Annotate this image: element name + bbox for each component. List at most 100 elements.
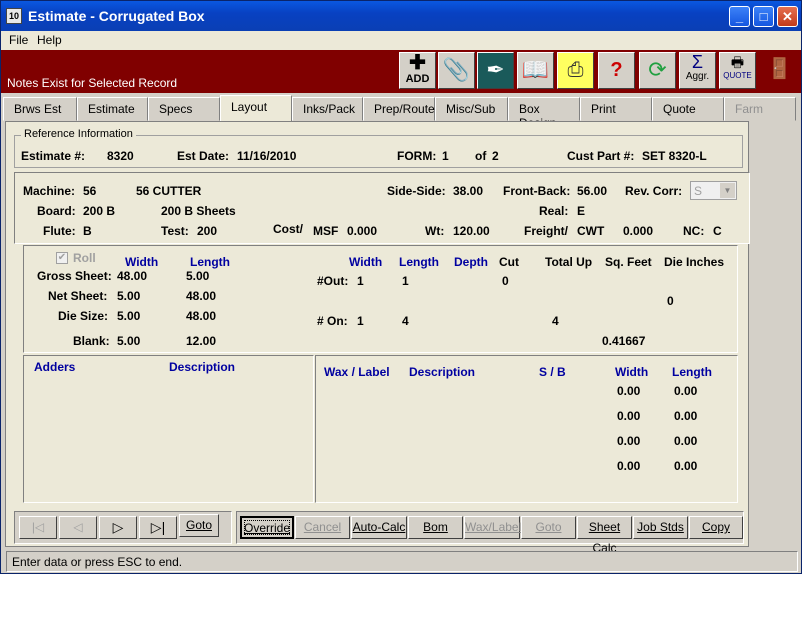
depth-header: Depth bbox=[454, 255, 488, 269]
length-header: Length bbox=[190, 255, 230, 269]
add-button[interactable]: ✚ ADD bbox=[399, 52, 436, 89]
front-back-value[interactable]: 56.00 bbox=[577, 184, 607, 198]
cycle-arrows-icon: ⟳ bbox=[648, 57, 667, 82]
tab-quote[interactable]: Quote bbox=[652, 97, 724, 121]
nav-goto-button[interactable]: Goto bbox=[179, 514, 219, 537]
exit-button[interactable]: 🚪 bbox=[761, 52, 798, 89]
adders-panel bbox=[23, 355, 314, 503]
menu-help[interactable]: Help bbox=[37, 33, 62, 47]
rev-corr-select[interactable]: S ▼ bbox=[690, 181, 737, 200]
die-inches-header: Die Inches bbox=[664, 255, 725, 269]
gross-sheet-length[interactable]: 5.00 bbox=[186, 269, 209, 283]
board-label: Board: bbox=[37, 204, 76, 218]
on-width[interactable]: 1 bbox=[357, 314, 364, 328]
tab-box-design[interactable]: Box Design bbox=[508, 97, 580, 130]
menu-bar: File Help bbox=[1, 31, 801, 50]
cut-header: Cut bbox=[499, 255, 519, 269]
cust-part-label: Cust Part #: bbox=[567, 149, 635, 163]
maximize-button[interactable]: □ bbox=[753, 6, 774, 27]
wax-label-button[interactable]: Wax/Label bbox=[464, 516, 521, 539]
wax-row-length[interactable]: 0.00 bbox=[674, 459, 697, 473]
out-length[interactable]: 1 bbox=[402, 274, 409, 288]
first-record-button[interactable]: |◁ bbox=[19, 516, 57, 539]
net-sheet-length[interactable]: 48.00 bbox=[186, 289, 216, 303]
flute-value: B bbox=[83, 224, 92, 238]
out-label: #Out: bbox=[317, 274, 349, 288]
last-record-button[interactable]: ▷| bbox=[139, 516, 177, 539]
wax-row-width[interactable]: 0.00 bbox=[617, 459, 640, 473]
out-cut[interactable]: 0 bbox=[502, 274, 509, 288]
cwt-value[interactable]: 0.000 bbox=[623, 224, 653, 238]
out-width[interactable]: 1 bbox=[357, 274, 364, 288]
bom-button[interactable]: Bom bbox=[408, 516, 463, 539]
next-record-button[interactable]: ▷ bbox=[99, 516, 137, 539]
copy-button[interactable]: Copy bbox=[689, 516, 743, 539]
prev-record-button[interactable]: ◁ bbox=[59, 516, 97, 539]
wax-row-width[interactable]: 0.00 bbox=[617, 384, 640, 398]
board-code[interactable]: 200 B bbox=[83, 204, 115, 218]
est-date-value: 11/16/2010 bbox=[237, 149, 297, 163]
blank-label: Blank: bbox=[73, 334, 110, 348]
sheet-calc-button[interactable]: Sheet Calc bbox=[577, 516, 632, 555]
rev-corr-label: Rev. Corr: bbox=[625, 184, 683, 198]
close-button[interactable]: ✕ bbox=[777, 6, 798, 27]
aggregate-button[interactable]: Σ Aggr. bbox=[679, 52, 716, 89]
gross-sheet-width[interactable]: 48.00 bbox=[117, 269, 147, 283]
wax-row-width[interactable]: 0.00 bbox=[617, 409, 640, 423]
wax-label-header: Wax / Label bbox=[324, 365, 390, 379]
test-label: Test: bbox=[161, 224, 189, 238]
tab-misc-sub[interactable]: Misc/Sub bbox=[435, 97, 508, 121]
total-up-value: 4 bbox=[552, 314, 559, 328]
on-label: # On: bbox=[317, 314, 348, 328]
quote-button[interactable]: 🖶 QUOTE bbox=[719, 52, 756, 89]
tab-prep-route[interactable]: Prep/Route bbox=[363, 97, 435, 121]
sb-header: S / B bbox=[539, 365, 566, 379]
cancel-button[interactable]: Cancel bbox=[295, 516, 350, 539]
blank-length: 12.00 bbox=[186, 334, 217, 348]
window-title: Estimate - Corrugated Box bbox=[28, 8, 205, 24]
roll-checkbox[interactable]: ✔ bbox=[56, 252, 68, 264]
net-sheet-width[interactable]: 5.00 bbox=[117, 289, 140, 303]
tab-estimate[interactable]: Estimate bbox=[77, 97, 148, 121]
machine-code[interactable]: 56 bbox=[83, 184, 96, 198]
msf-value[interactable]: 0.000 bbox=[347, 224, 377, 238]
tab-inks-pack[interactable]: Inks/Pack bbox=[292, 97, 363, 121]
auto-calc-button[interactable]: Auto-Calc bbox=[351, 516, 407, 539]
wax-row-length[interactable]: 0.00 bbox=[674, 434, 697, 448]
tab-layout[interactable]: Layout bbox=[220, 95, 292, 122]
book-button[interactable]: 📖 bbox=[517, 52, 554, 89]
question-icon: ? bbox=[610, 59, 623, 81]
help-button[interactable]: ? bbox=[598, 52, 635, 89]
tab-farm: Farm bbox=[724, 97, 796, 121]
wax-row-length[interactable]: 0.00 bbox=[674, 384, 697, 398]
freight-label: Freight/ bbox=[524, 224, 568, 238]
attachment-button[interactable]: 📎 bbox=[438, 52, 475, 89]
side-side-label: Side-Side: bbox=[387, 184, 446, 198]
wax-row-width[interactable]: 0.00 bbox=[617, 434, 640, 448]
weight-value[interactable]: 120.00 bbox=[453, 224, 490, 238]
override-button[interactable]: Override bbox=[240, 516, 294, 539]
tab-brws-est[interactable]: Brws Est bbox=[3, 97, 77, 121]
on-length[interactable]: 4 bbox=[402, 314, 409, 328]
notes-button[interactable]: ✒ bbox=[477, 52, 514, 89]
width-header: Width bbox=[125, 255, 159, 269]
minimize-button[interactable]: _ bbox=[729, 6, 750, 27]
title-bar: 10 Estimate - Corrugated Box _ □ ✕ bbox=[1, 1, 801, 31]
print-setup-button[interactable]: ⎙ bbox=[557, 52, 594, 89]
refresh-button[interactable]: ⟳ bbox=[639, 52, 676, 89]
die-size-width[interactable]: 5.00 bbox=[117, 309, 140, 323]
paperclip-icon: 📎 bbox=[442, 57, 471, 82]
test-value: 200 bbox=[197, 224, 218, 238]
die-size-length[interactable]: 48.00 bbox=[186, 309, 216, 323]
job-stds-button[interactable]: Job Stds bbox=[633, 516, 688, 539]
side-side-value[interactable]: 38.00 bbox=[453, 184, 483, 198]
tab-print[interactable]: Print bbox=[580, 97, 652, 121]
next-icon: ▷ bbox=[112, 519, 124, 535]
tab-specs[interactable]: Specs bbox=[148, 97, 220, 121]
sq-feet-header: Sq. Feet bbox=[605, 255, 652, 269]
menu-file[interactable]: File bbox=[9, 33, 28, 47]
goto-button[interactable]: Goto bbox=[521, 516, 576, 539]
wax-row-length[interactable]: 0.00 bbox=[674, 409, 697, 423]
sq-feet-value: 0.41667 bbox=[602, 334, 646, 348]
wax-description-header: Description bbox=[409, 365, 476, 379]
